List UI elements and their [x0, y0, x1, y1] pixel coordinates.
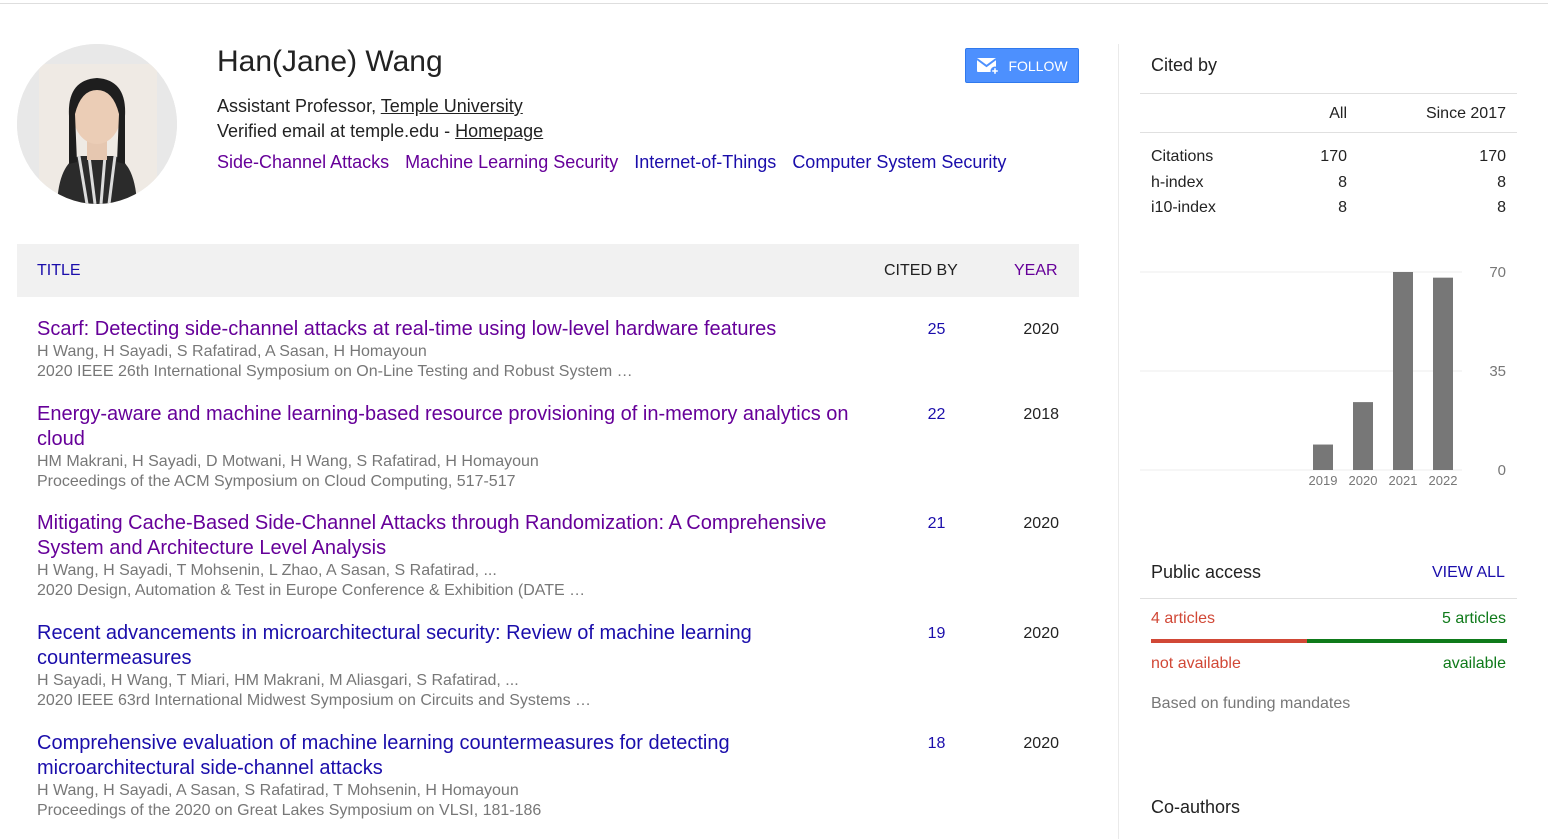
mail-plus-icon — [976, 57, 1000, 75]
follow-label: FOLLOW — [1008, 57, 1068, 74]
chart-x-tick-label: 2020 — [1349, 473, 1378, 488]
article-venue: Proceedings of the ACM Symposium on Clou… — [37, 473, 516, 490]
article-year: 2020 — [1023, 515, 1059, 532]
public-access-heading: Public access — [1151, 562, 1262, 582]
article-authors: H Sayadi, H Wang, T Miari, HM Makrani, M… — [37, 672, 519, 689]
citations-per-year-chart: 70 35 0 2019 2020 2021 2022 — [1140, 264, 1506, 488]
profile-affiliation: Assistant Professor, Temple University — [217, 94, 523, 118]
homepage-link[interactable]: Homepage — [455, 121, 543, 141]
metric-label: h-index — [1151, 174, 1204, 191]
profile-email: Verified email at temple.edu - Homepage — [217, 119, 543, 143]
article-year: 2020 — [1023, 735, 1059, 752]
article-row: Mitigating Cache-Based Side-Channel Atta… — [37, 511, 1079, 601]
chart-y-tick-label: 0 — [1498, 462, 1506, 479]
sort-by-title[interactable]: TITLE — [37, 262, 81, 280]
profile-name: Han(Jane) Wang — [217, 45, 443, 78]
article-cited-link[interactable]: 19 — [914, 625, 959, 643]
divider — [1140, 132, 1517, 133]
interest-link[interactable]: Internet-of-Things — [634, 152, 776, 172]
metric-since: 170 — [1479, 148, 1506, 165]
divider — [1140, 598, 1517, 599]
metric-all: 8 — [1338, 199, 1347, 216]
article-title-link[interactable]: Recent advancements in microarchitectura… — [37, 621, 867, 671]
chart-bar-2019[interactable] — [1313, 444, 1333, 470]
interest-link[interactable]: Side-Channel Attacks — [217, 152, 389, 172]
coauthors-heading: Co-authors — [1151, 797, 1241, 817]
article-authors: HM Makrani, H Sayadi, D Motwani, H Wang,… — [37, 453, 539, 470]
interest-link[interactable]: Computer System Security — [792, 152, 1006, 172]
affiliation-link[interactable]: Temple University — [381, 96, 523, 116]
article-venue: 2020 IEEE 26th International Symposium o… — [37, 363, 633, 380]
article-year: 2020 — [1023, 625, 1059, 642]
metric-all: 170 — [1320, 148, 1347, 165]
chart-x-tick-label: 2019 — [1309, 473, 1338, 488]
metric-since: 8 — [1497, 199, 1506, 216]
article-row: Comprehensive evaluation of machine lear… — [37, 731, 1079, 821]
not-available-label: not available — [1151, 655, 1241, 672]
divider — [1140, 93, 1517, 94]
chart-x-tick-label: 2022 — [1429, 473, 1458, 488]
article-cited-link[interactable]: 22 — [914, 406, 959, 424]
sort-by-cited[interactable]: CITED BY — [884, 262, 958, 280]
articles-table-header: TITLE CITED BY YEAR — [17, 244, 1079, 297]
article-cited-link[interactable]: 21 — [914, 515, 959, 533]
article-year: 2020 — [1023, 321, 1059, 338]
col-all-header: All — [1329, 105, 1347, 122]
article-title-link[interactable]: Comprehensive evaluation of machine lear… — [37, 731, 867, 781]
interest-link[interactable]: Machine Learning Security — [405, 152, 618, 172]
chart-bar-2020[interactable] — [1353, 402, 1373, 470]
view-all-link[interactable]: VIEW ALL — [1432, 564, 1505, 582]
chart-x-tick-label: 2021 — [1389, 473, 1418, 488]
follow-button[interactable]: FOLLOW — [965, 48, 1079, 83]
article-year: 2018 — [1023, 406, 1059, 423]
article-authors: H Wang, H Sayadi, T Mohsenin, L Zhao, A … — [37, 562, 497, 579]
metric-since: 8 — [1497, 174, 1506, 191]
article-title-link[interactable]: Energy-aware and machine learning-based … — [37, 402, 867, 452]
email-prefix: Verified email at temple.edu - — [217, 121, 456, 141]
chart-bar-2021[interactable] — [1393, 272, 1413, 470]
article-venue: 2020 IEEE 63rd International Midwest Sym… — [37, 692, 592, 709]
not-available-bar — [1151, 639, 1307, 643]
affiliation-prefix: Assistant Professor, — [217, 96, 381, 116]
metric-label: Citations — [1151, 148, 1214, 165]
funding-mandates-note: Based on funding mandates — [1151, 695, 1351, 712]
article-authors: H Wang, H Sayadi, A Sasan, S Rafatirad, … — [37, 782, 519, 799]
article-venue: Proceedings of the 2020 on Great Lakes S… — [37, 802, 542, 819]
article-authors: H Wang, H Sayadi, S Rafatirad, A Sasan, … — [37, 343, 427, 360]
top-divider — [0, 3, 1548, 4]
chart-bar-2022[interactable] — [1433, 277, 1453, 470]
not-available-count-link[interactable]: 4 articles — [1151, 610, 1215, 628]
metric-all: 8 — [1338, 174, 1347, 191]
article-cited-link[interactable]: 18 — [914, 735, 959, 753]
col-since-header: Since 2017 — [1425, 105, 1506, 122]
metric-label: i10-index — [1151, 199, 1216, 216]
article-row: Energy-aware and machine learning-based … — [37, 402, 1079, 492]
article-row: Scarf: Detecting side-channel attacks at… — [37, 317, 1079, 382]
article-title-link[interactable]: Mitigating Cache-Based Side-Channel Atta… — [37, 511, 867, 561]
profile-photo[interactable] — [17, 44, 177, 204]
sort-by-year[interactable]: YEAR — [1014, 262, 1058, 280]
cited-by-heading: Cited by — [1151, 55, 1218, 75]
available-label: available — [1442, 655, 1506, 672]
article-cited-link[interactable]: 25 — [914, 321, 959, 339]
available-count-link[interactable]: 5 articles — [1386, 610, 1506, 628]
chart-y-tick-label: 35 — [1489, 363, 1506, 380]
available-bar — [1307, 639, 1507, 643]
article-venue: 2020 Design, Automation & Test in Europe… — [37, 582, 586, 599]
chart-y-tick-label: 70 — [1489, 264, 1506, 281]
article-row: Recent advancements in microarchitectura… — [37, 621, 1079, 711]
column-divider — [1118, 44, 1119, 839]
research-interests: Side-Channel Attacks Machine Learning Sec… — [217, 150, 1022, 174]
article-title-link[interactable]: Scarf: Detecting side-channel attacks at… — [37, 317, 867, 342]
